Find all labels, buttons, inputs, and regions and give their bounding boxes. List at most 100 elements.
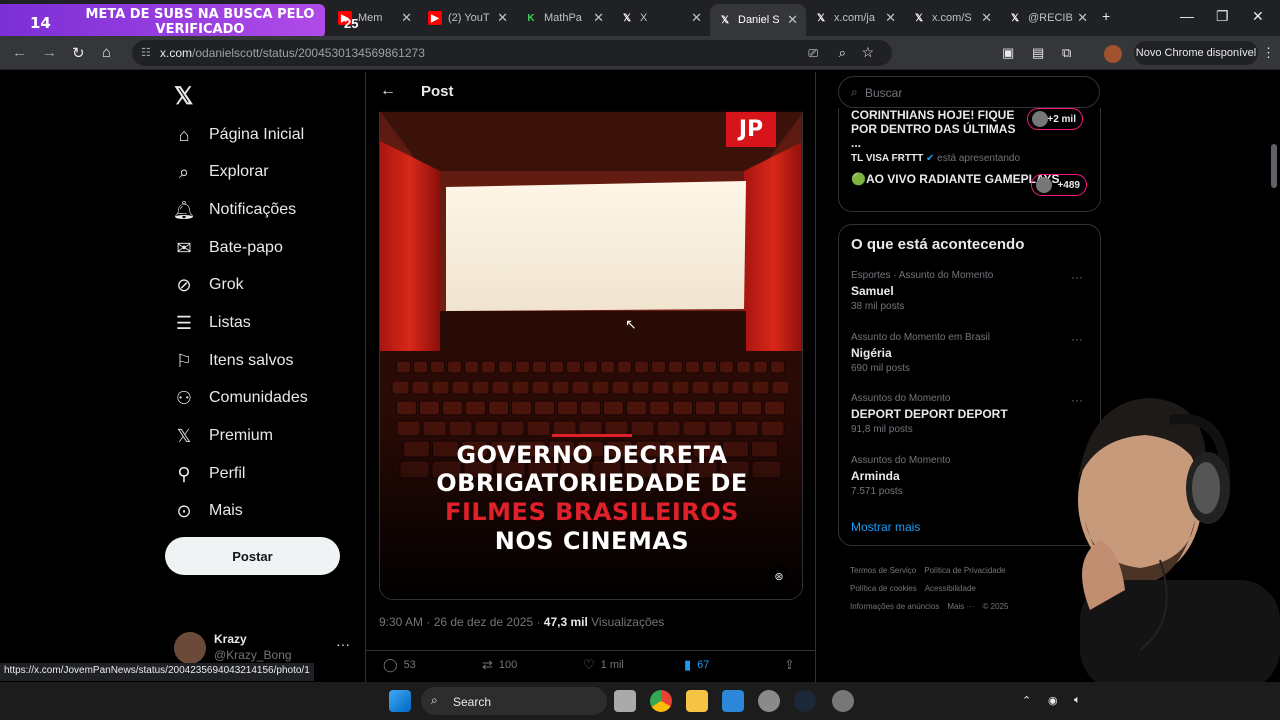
x-logo-icon[interactable]: 𝕏 (174, 82, 193, 111)
close-tab-icon[interactable]: ✕ (1077, 10, 1088, 26)
trend-item[interactable]: Esportes · Assunto do Momento Samuel 38 mi… (851, 270, 1091, 312)
extension-icon[interactable]: ▣ (1002, 45, 1014, 61)
more-dots-icon[interactable]: ··· (336, 636, 350, 652)
reply-button[interactable]: ◯ 53 (383, 657, 416, 673)
post-button[interactable]: Postar (165, 537, 340, 575)
show-more-link[interactable]: Mostrar mais (851, 520, 920, 534)
communities-icon: ⚇ (175, 387, 193, 408)
more-dots-icon[interactable]: ··· (1071, 332, 1083, 346)
tab-7[interactable]: 𝕏 @RECIB ✕ (1000, 6, 1096, 30)
cinema-seat (600, 360, 615, 374)
site-info-icon[interactable]: ☷ (141, 46, 151, 59)
share-button[interactable]: ⇪ (784, 657, 801, 673)
nav-item-premium[interactable]: 𝕏 Premium (172, 422, 273, 450)
close-tab-icon[interactable]: ✕ (981, 10, 992, 26)
windows-start-icon[interactable] (389, 690, 411, 712)
install-app-icon[interactable]: ⎚ (808, 46, 818, 61)
account-name: Krazy (214, 632, 247, 646)
home-button-icon[interactable]: ⌂ (102, 44, 111, 61)
nav-item-bookmarks[interactable]: ⚐ Itens salvos (172, 347, 294, 375)
nav-item-lists[interactable]: ☰ Listas (172, 309, 251, 337)
close-tab-icon[interactable]: ✕ (497, 10, 508, 26)
live-listeners-pill-1[interactable]: +2 mil (1027, 108, 1083, 130)
chrome-icon[interactable] (650, 690, 672, 712)
chrome-update-button[interactable]: Novo Chrome disponível (1134, 41, 1258, 65)
bookmark-button[interactable]: ▮ 67 (684, 657, 709, 673)
nav-item-chat[interactable]: ✉ Bate-papo (172, 234, 282, 262)
restore-icon[interactable]: ❐ (1216, 8, 1229, 25)
image-options-icon[interactable]: ⊛ (768, 565, 790, 587)
close-tab-icon[interactable]: ✕ (401, 10, 412, 26)
footer-link[interactable]: Informações de anúncios (850, 602, 939, 611)
nav-item-communities[interactable]: ⚇ Comunidades (172, 384, 308, 412)
task-view-icon[interactable] (614, 690, 636, 712)
trend-item[interactable]: Assunto do Momento em Brasil Nigéria 690 m… (851, 332, 1091, 374)
chrome-menu-icon[interactable]: ⋮ (1262, 45, 1275, 61)
cinema-seat (631, 380, 650, 395)
close-tab-icon[interactable]: ✕ (691, 10, 702, 26)
page-title: Post (421, 83, 454, 100)
tab-5[interactable]: 𝕏x.com/ja ✕ (806, 6, 904, 30)
nav-item-profile[interactable]: ⚲ Perfil (172, 460, 245, 488)
reload-icon[interactable]: ↻ (72, 44, 85, 62)
zoom-icon[interactable]: ⌕ (839, 45, 846, 61)
nav-item-notifications[interactable]: 🔔︎ Notificações (172, 196, 297, 224)
settings-icon[interactable] (758, 690, 780, 712)
star-bookmark-icon[interactable]: ☆ (861, 44, 874, 61)
cinema-seat (551, 380, 570, 395)
close-tab-icon[interactable]: ✕ (885, 10, 896, 26)
back-arrow-icon[interactable]: ← (12, 44, 27, 61)
footer-link[interactable]: Mais ··· (947, 602, 974, 611)
close-tab-icon[interactable]: ✕ (787, 12, 798, 28)
cinema-seat (702, 360, 717, 374)
post-image[interactable]: JP GOVERNO DECRETA OBRIGATORIEDADE DE FI… (379, 110, 803, 600)
cinema-seat (668, 360, 683, 374)
tab-4[interactable]: 𝕏 Daniel S ✕ (710, 4, 806, 36)
tab-3[interactable]: 𝕏 X ✕ (612, 6, 710, 30)
minimize-icon[interactable]: — (1180, 8, 1194, 24)
repost-button[interactable]: ⇄ 100 (482, 657, 517, 673)
tab-1[interactable]: ▶ (2) YouT ✕ (420, 6, 516, 30)
extension-icon-2[interactable]: ▤ (1032, 45, 1044, 61)
tray-chevron-icon[interactable]: ⌃ (1022, 694, 1031, 707)
close-tab-icon[interactable]: ✕ (593, 10, 604, 26)
live-title-1: CORINTHIANS HOJE! FIQUE POR DENTRO DAS Ú… (851, 108, 1016, 150)
volume-icon[interactable]: 🔈︎ (1074, 694, 1081, 707)
nav-item-home[interactable]: ⌂ Página Inicial (172, 121, 305, 149)
tab-2[interactable]: K MathPa ✕ (516, 6, 612, 30)
tab-6[interactable]: 𝕏x.com/S ✕ (904, 6, 1000, 30)
account-handle: @Krazy_Bong (214, 648, 292, 662)
address-bar[interactable]: ☷ x.com/odanielscott/status/200453013456… (132, 40, 892, 66)
live-spaces-card[interactable]: CORINTHIANS HOJE! FIQUE POR DENTRO DAS Ú… (838, 108, 1101, 212)
more-dots-icon[interactable]: ··· (1071, 270, 1083, 284)
footer-link[interactable]: Acessibilidade (925, 584, 976, 593)
store-icon[interactable] (722, 690, 744, 712)
new-tab-button[interactable]: + (1102, 8, 1110, 24)
cinema-seat (731, 380, 750, 395)
nav-item-explore[interactable]: ⌕ Explorar (172, 158, 269, 186)
footer-link[interactable]: Termos de Serviço (850, 566, 916, 575)
window-close-icon[interactable]: ✕ (1252, 8, 1264, 25)
back-arrow-icon[interactable]: ← (380, 82, 396, 100)
search-input[interactable]: ⌕ Buscar (838, 76, 1100, 108)
scrollbar-thumb[interactable] (1271, 144, 1277, 188)
taskbar-search[interactable]: ⌕ Search (421, 687, 607, 715)
forward-arrow-icon[interactable]: → (42, 44, 57, 61)
repost-icon: ⇄ (482, 657, 493, 672)
footer-link[interactable]: Política de Privacidade (924, 566, 1005, 575)
file-explorer-icon[interactable] (686, 690, 708, 712)
footer-link[interactable]: Política de cookies (850, 584, 917, 593)
extensions-puzzle-icon[interactable]: ⧉ (1062, 45, 1071, 61)
app-icon[interactable] (832, 690, 854, 712)
live-listeners-pill-2[interactable]: +489 (1031, 174, 1087, 196)
nav-item-more[interactable]: ⊙ Mais (172, 497, 242, 525)
headline-line-3: FILMES BRASILEIROS (445, 498, 739, 526)
page-scrollbar[interactable] (1268, 72, 1280, 682)
chrome-profile-avatar[interactable] (1104, 45, 1122, 63)
nav-item-grok[interactable]: ⊘ Grok (172, 271, 243, 299)
avatar (1036, 177, 1052, 193)
goal-counter: 14 (30, 14, 51, 32)
like-button[interactable]: ♡ 1 mil (583, 657, 624, 673)
steam-icon[interactable] (794, 690, 816, 712)
tray-app-icon[interactable]: ◉ (1048, 694, 1058, 707)
